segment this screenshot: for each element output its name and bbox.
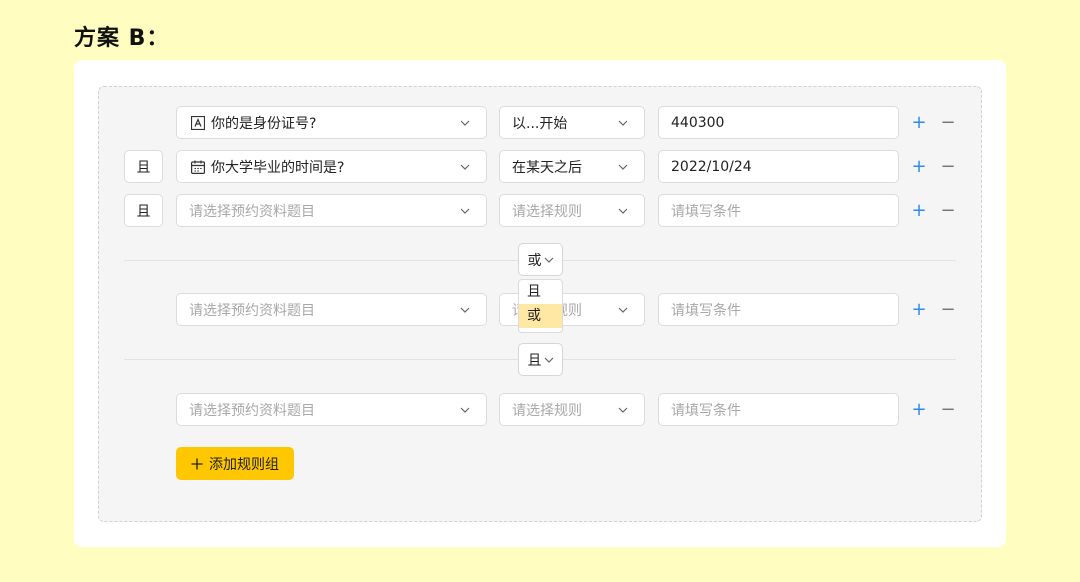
group-logic-value: 且 (527, 352, 542, 369)
chevron-down-icon (460, 208, 470, 214)
remove-condition-button[interactable]: − (940, 202, 956, 220)
question-select[interactable]: 你大学毕业的时间是? (176, 150, 487, 183)
remove-condition-button[interactable]: − (940, 158, 956, 176)
condition-input[interactable]: 2022/10/24 (658, 150, 899, 183)
plus-icon (191, 458, 203, 469)
add-condition-button[interactable]: + (911, 158, 927, 176)
remove-condition-button[interactable]: − (940, 301, 956, 319)
chevron-down-icon (618, 164, 628, 170)
row-logic-toggle[interactable]: 且 (124, 150, 163, 183)
add-condition-button[interactable]: + (911, 401, 927, 419)
group-logic-select[interactable]: 且 (518, 343, 563, 376)
add-rule-group-button[interactable]: 添加规则组 (176, 447, 294, 480)
question-select[interactable]: 你的是身份证号? (176, 106, 487, 139)
condition-input[interactable]: 请填写条件 (658, 194, 899, 227)
condition-input[interactable]: 440300 (658, 106, 899, 139)
chevron-down-icon (460, 407, 470, 413)
chevron-down-icon (618, 208, 628, 214)
chevron-down-icon (544, 257, 553, 263)
group-logic-dropdown: 且 或 (518, 279, 563, 333)
group-logic-select[interactable]: 或 (518, 243, 563, 276)
add-condition-button[interactable]: + (911, 202, 927, 220)
add-rule-group-label: 添加规则组 (209, 456, 279, 473)
page-title: 方案 B： (74, 26, 170, 51)
rule-select[interactable]: 请选择规则 (499, 393, 645, 426)
condition-input[interactable]: 请填写条件 (658, 393, 899, 426)
condition-input-placeholder: 请填写条件 (671, 402, 741, 419)
chevron-down-icon (544, 357, 553, 363)
chevron-down-icon (460, 164, 470, 170)
group-logic-value: 或 (527, 252, 542, 269)
rule-select-value: 以...开始 (512, 115, 568, 132)
question-select-placeholder: 请选择预约资料题目 (189, 402, 315, 419)
question-select-placeholder: 请选择预约资料题目 (189, 203, 315, 220)
rule-select[interactable]: 以...开始 (499, 106, 645, 139)
row-logic-toggle[interactable]: 且 (124, 194, 163, 227)
add-condition-button[interactable]: + (911, 301, 927, 319)
dropdown-option-and[interactable]: 且 (519, 280, 562, 304)
condition-input-placeholder: 请填写条件 (671, 203, 741, 220)
condition-input-value: 440300 (671, 114, 725, 131)
chevron-down-icon (618, 407, 628, 413)
rule-select[interactable]: 请选择规则 (499, 194, 645, 227)
condition-input[interactable]: 请填写条件 (658, 293, 899, 326)
condition-input-value: 2022/10/24 (671, 158, 752, 175)
chevron-down-icon (618, 120, 628, 126)
question-select-value: 你大学毕业的时间是? (211, 159, 345, 176)
remove-condition-button[interactable]: − (940, 401, 956, 419)
dropdown-option-or[interactable]: 或 (519, 304, 562, 328)
question-select[interactable]: 请选择预约资料题目 (176, 293, 487, 326)
chevron-down-icon (460, 120, 470, 126)
condition-input-placeholder: 请填写条件 (671, 302, 741, 319)
chevron-down-icon (618, 307, 628, 313)
question-select-value: 你的是身份证号? (211, 115, 317, 132)
rule-select-value: 在某天之后 (512, 159, 582, 176)
rule-select[interactable]: 在某天之后 (499, 150, 645, 183)
rule-select-placeholder: 请选择规则 (512, 203, 582, 220)
rule-select-placeholder: 请选择规则 (512, 402, 582, 419)
remove-condition-button[interactable]: − (940, 114, 956, 132)
question-select-placeholder: 请选择预约资料题目 (189, 302, 315, 319)
question-select[interactable]: 请选择预约资料题目 (176, 393, 487, 426)
chevron-down-icon (460, 307, 470, 313)
add-condition-button[interactable]: + (911, 114, 927, 132)
question-select[interactable]: 请选择预约资料题目 (176, 194, 487, 227)
